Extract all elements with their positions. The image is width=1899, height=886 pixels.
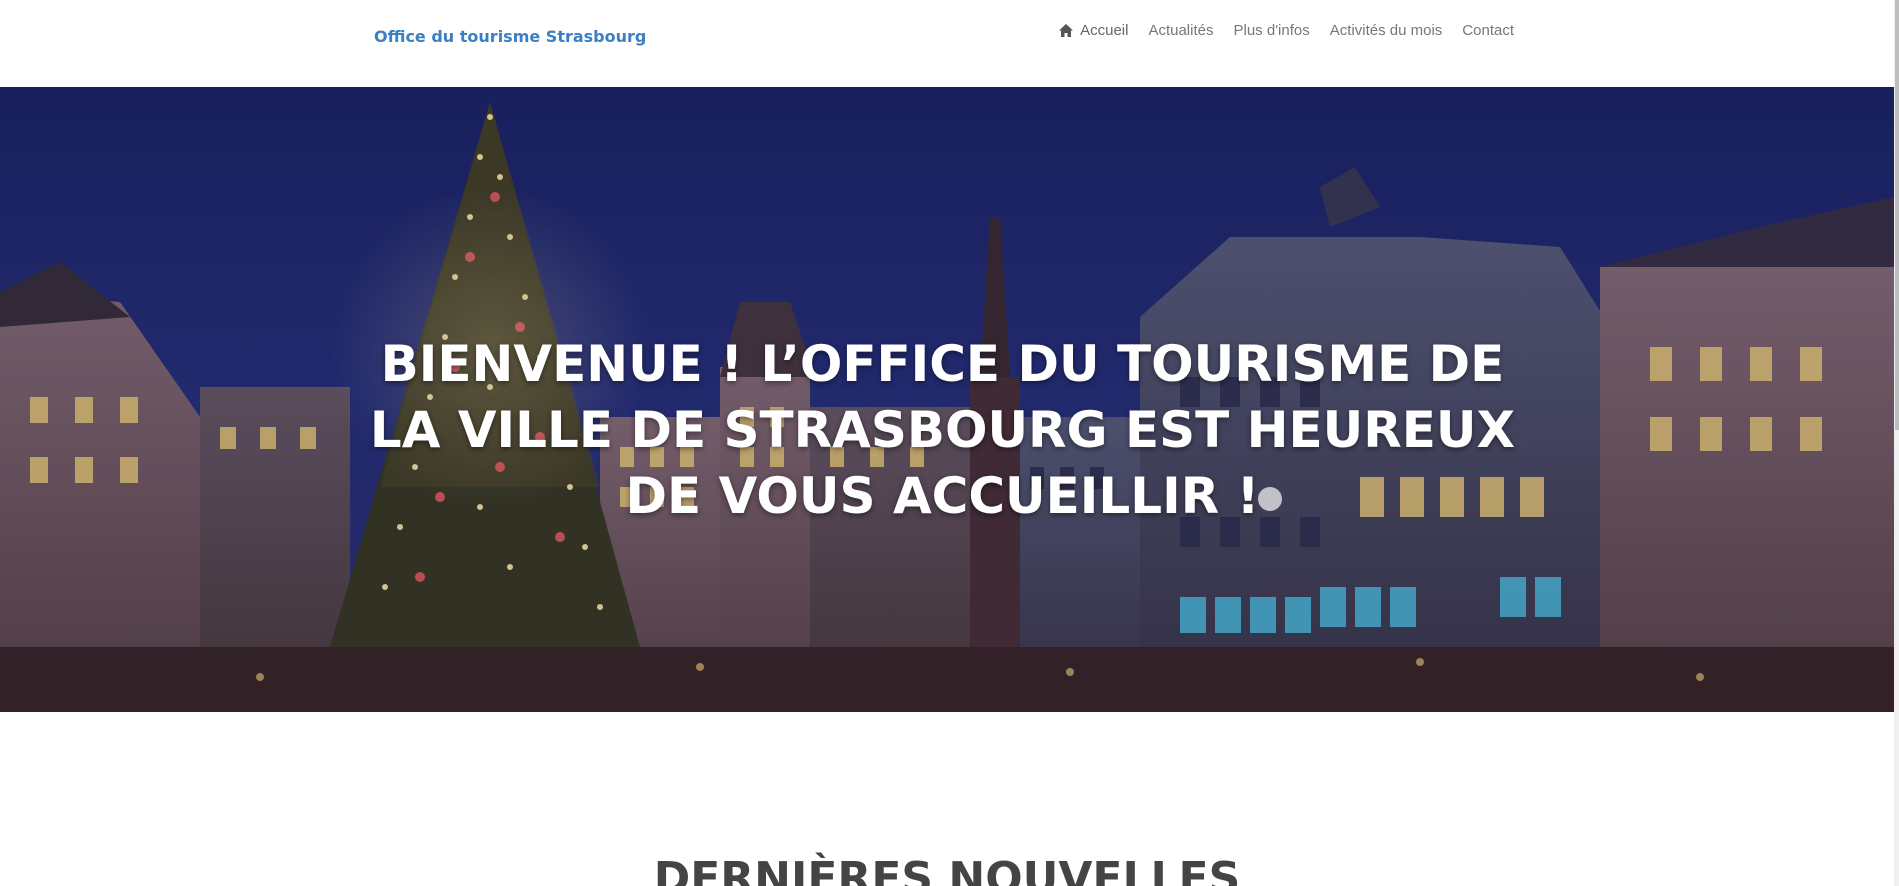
scrollbar-thumb[interactable] [1895, 0, 1899, 430]
nav-label: Actualités [1148, 22, 1214, 39]
nav-item-activites-du-mois[interactable]: Activités du mois [1330, 22, 1443, 39]
nav-label: Activités du mois [1329, 22, 1443, 39]
nav-item-plus-infos[interactable]: Plus d'infos [1234, 22, 1310, 39]
hero-title: BIENVENUE ! L’OFFICE DU TOURISME DE LA V… [369, 334, 1516, 525]
nav-label: Plus d'infos [1233, 22, 1310, 39]
nav-label: Accueil [1080, 22, 1129, 39]
navbar: Office du tourisme Strasbourg Accueil Ac… [0, 0, 1899, 88]
brand-link[interactable]: Office du tourisme Strasbourg [374, 27, 646, 46]
vertical-scrollbar[interactable] [1894, 0, 1899, 886]
home-icon [1059, 24, 1074, 37]
nav-item-contact[interactable]: Contact [1462, 22, 1514, 39]
hero-banner: BIENVENUE ! L’OFFICE DU TOURISME DE LA V… [0, 87, 1894, 712]
nav-label: Contact [1462, 22, 1514, 39]
nav-item-accueil[interactable]: Accueil [1059, 22, 1128, 39]
page: Office du tourisme Strasbourg Accueil Ac… [0, 0, 1899, 886]
news-section-title: DERNIÈRES NOUVELLES [653, 852, 1241, 886]
main-nav: Accueil Actualités Plus d'infos Activité… [1059, 22, 1514, 39]
nav-item-actualites[interactable]: Actualités [1148, 22, 1213, 39]
